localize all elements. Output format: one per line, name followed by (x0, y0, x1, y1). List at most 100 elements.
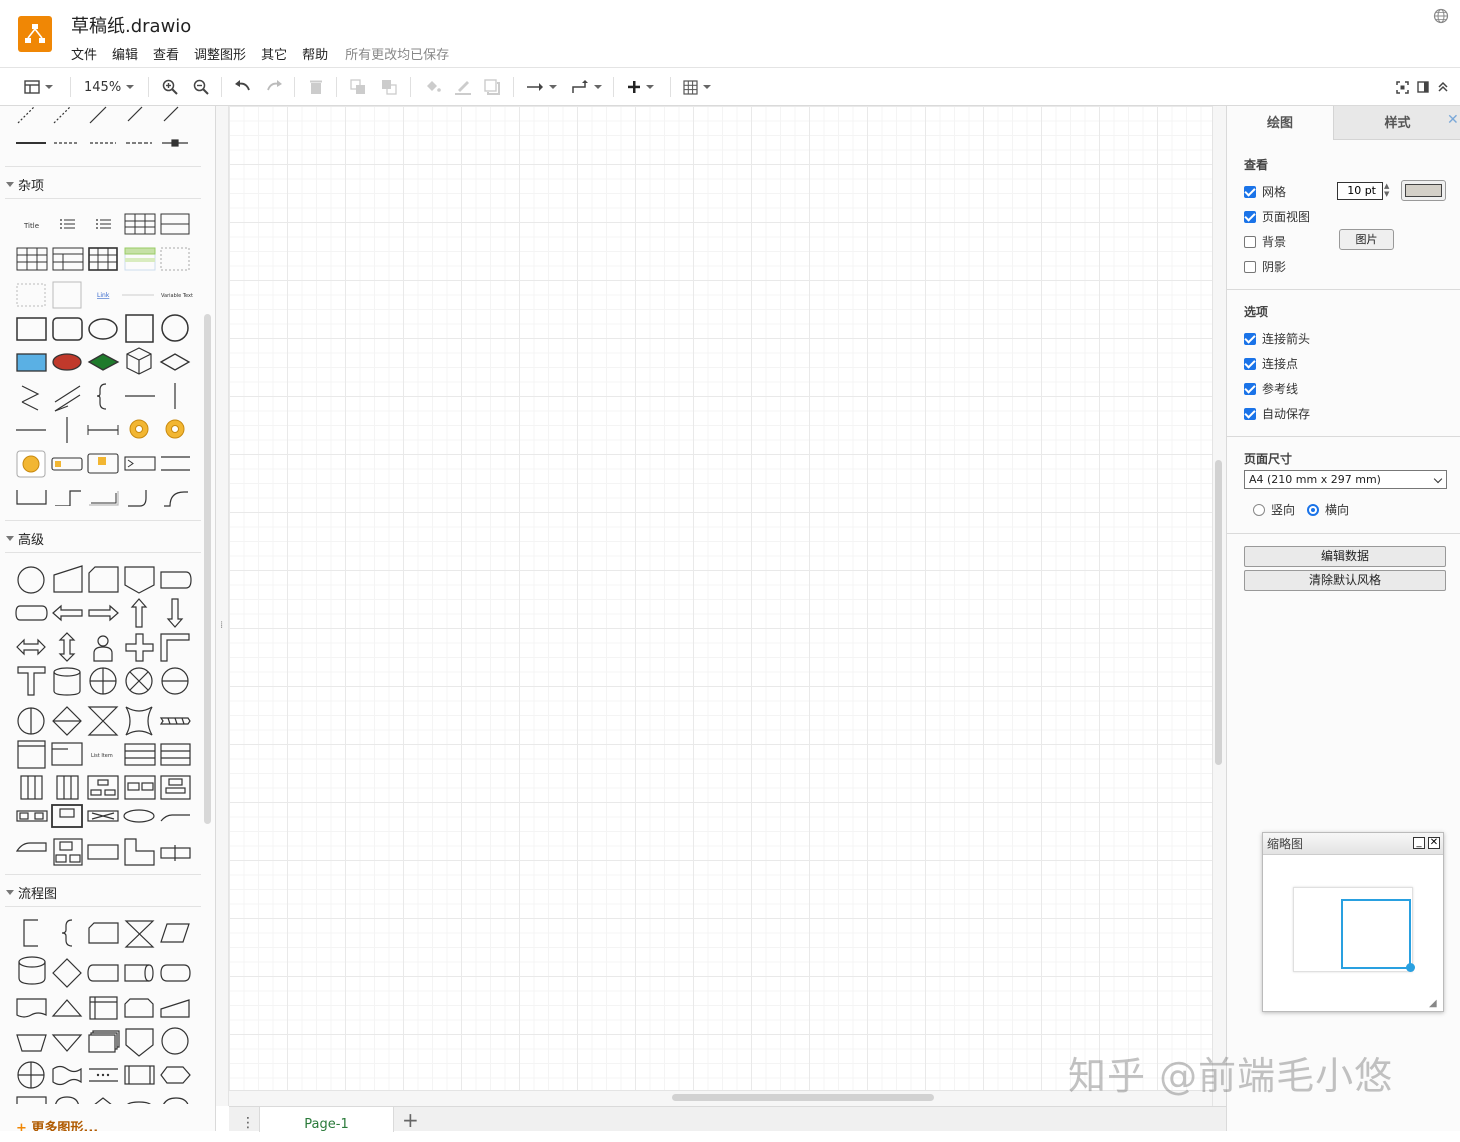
title-bar: 草稿纸.drawio 文件 编辑 查看 调整图形 其它 帮助 所有更改均已保存 (0, 0, 1460, 68)
document-title[interactable]: 草稿纸.drawio (71, 12, 191, 38)
fill-color-button[interactable] (424, 77, 441, 97)
toolbar: 145% (0, 68, 1460, 106)
misc-variable-text-shape: Variable Text (161, 293, 193, 299)
shadow-checkbox[interactable] (1244, 260, 1256, 273)
outline-resize-handle[interactable] (1406, 963, 1415, 972)
layout-panels-icon (24, 80, 40, 94)
to-back-button[interactable] (381, 77, 397, 97)
misc-link-shape: Link (97, 292, 110, 299)
panel-toggle-button[interactable] (24, 77, 53, 97)
menu-edit[interactable]: 编辑 (112, 44, 138, 63)
misc-shapes-grid[interactable]: Title Link Variable Text (0, 206, 200, 506)
page-tab[interactable]: Page-1 (259, 1107, 394, 1132)
connection-arrows-checkbox[interactable] (1244, 332, 1256, 345)
close-icon[interactable]: ✕ (1447, 112, 1459, 128)
grid-size-stepper[interactable]: ▲ ▼ (1384, 182, 1394, 200)
zoom-in-icon (162, 79, 178, 95)
autosave-checkbox[interactable] (1244, 407, 1256, 420)
menu-extras[interactable]: 其它 (261, 44, 287, 63)
zoom-in-button[interactable] (162, 77, 178, 97)
waypoints-dropdown[interactable] (571, 77, 602, 97)
grid-checkbox[interactable] (1244, 185, 1256, 198)
fullscreen-button[interactable] (1396, 77, 1409, 97)
menu-file[interactable]: 文件 (71, 44, 97, 63)
background-option[interactable]: 背景 (1244, 233, 1286, 250)
tab-diagram[interactable]: 绘图 (1227, 106, 1333, 140)
grid-color-button[interactable] (1401, 180, 1446, 201)
language-globe-icon[interactable] (1433, 8, 1449, 24)
shadow-icon (484, 79, 500, 95)
misc-shapes-grid-end (128, 490, 188, 507)
add-page-icon[interactable]: + (402, 1110, 419, 1130)
landscape-option[interactable]: 横向 (1307, 501, 1349, 518)
flowchart-shapes-grid[interactable] (0, 914, 200, 1104)
grid-size-input[interactable]: 10 pt (1337, 182, 1383, 200)
outline-viewport[interactable] (1341, 899, 1411, 969)
canvas-vertical-scrollbar[interactable] (1215, 460, 1222, 765)
minimize-icon[interactable]: _ (1413, 837, 1425, 849)
grid-option[interactable]: 网格 (1244, 183, 1286, 200)
edit-data-button[interactable]: 编辑数据 (1244, 546, 1446, 567)
connection-points-checkbox[interactable] (1244, 357, 1256, 370)
format-panel-toggle[interactable] (1417, 77, 1429, 97)
section-advanced-header[interactable]: 高级 (6, 529, 44, 548)
pages-menu-icon[interactable]: ⋮ (241, 1115, 255, 1131)
sidebar-resize-handle[interactable]: ⁞ (220, 620, 223, 631)
advanced-shapes-grid[interactable]: List Item (0, 561, 200, 866)
connection-style-dropdown[interactable] (526, 77, 557, 97)
zoom-dropdown[interactable]: 145% (84, 77, 135, 97)
line-color-button[interactable] (454, 77, 472, 97)
connection-points-option[interactable]: 连接点 (1244, 355, 1298, 372)
page-view-checkbox[interactable] (1244, 210, 1256, 223)
insert-dropdown[interactable] (627, 77, 654, 97)
delete-button[interactable] (309, 77, 323, 97)
paint-bucket-icon (427, 81, 441, 92)
table-dropdown[interactable] (683, 77, 711, 97)
redo-button[interactable] (265, 77, 283, 97)
shadow-button[interactable] (484, 77, 500, 97)
portrait-option[interactable]: 竖向 (1253, 501, 1295, 518)
undo-icon (235, 80, 250, 91)
background-checkbox[interactable] (1244, 235, 1256, 248)
drawio-logo-icon (18, 16, 52, 52)
undo-button[interactable] (234, 77, 252, 97)
outline-window[interactable]: 缩略图 _ ✕ ◢ (1262, 832, 1444, 1012)
diagram-canvas[interactable] (216, 106, 1226, 1106)
background-image-button[interactable]: 图片 (1339, 229, 1394, 250)
options-heading: 选项 (1244, 305, 1269, 319)
menu-view[interactable]: 查看 (153, 44, 179, 63)
waypoint-orthogonal-icon (572, 80, 588, 93)
guides-option[interactable]: 参考线 (1244, 380, 1298, 397)
menu-bar: 文件 编辑 查看 调整图形 其它 帮助 所有更改均已保存 (71, 44, 464, 63)
to-front-button[interactable] (350, 77, 366, 97)
portrait-radio[interactable] (1253, 503, 1265, 516)
menu-arrange[interactable]: 调整图形 (194, 44, 246, 63)
page-size-heading: 页面尺寸 (1244, 452, 1293, 466)
table-grid-icon (683, 79, 698, 95)
connection-arrows-option[interactable]: 连接箭头 (1244, 330, 1310, 347)
plus-icon (628, 81, 640, 93)
pencil-icon (455, 81, 471, 95)
shape-sidebar: 杂项 Title Link Variable Text 高级 List Item… (0, 106, 216, 1131)
more-shapes-button[interactable]: + 更多图形... (16, 1117, 98, 1131)
section-flowchart-header[interactable]: 流程图 (6, 883, 57, 902)
grid-color-swatch (1405, 184, 1442, 197)
sidebar-scrollbar[interactable] (204, 314, 211, 824)
menu-help[interactable]: 帮助 (302, 44, 328, 63)
zoom-out-button[interactable] (193, 77, 209, 97)
collapse-toolbar-button[interactable] (1437, 77, 1449, 97)
clear-default-style-button[interactable]: 清除默认风格 (1244, 570, 1446, 591)
page-size-select[interactable]: A4 (210 mm x 297 mm) (1244, 470, 1447, 489)
watermark: 知乎 @前端毛小悠 (1068, 1054, 1394, 1098)
section-misc-header[interactable]: 杂项 (6, 175, 44, 194)
tab-style[interactable]: 样式 (1333, 106, 1460, 140)
window-resize-grip-icon[interactable]: ◢ (1429, 998, 1437, 1009)
autosave-option[interactable]: 自动保存 (1244, 405, 1310, 422)
canvas-horizontal-scrollbar[interactable] (672, 1094, 934, 1101)
close-outline-icon[interactable]: ✕ (1428, 837, 1440, 849)
landscape-radio[interactable] (1307, 503, 1319, 516)
shadow-option[interactable]: 阴影 (1244, 258, 1286, 275)
page-view-option[interactable]: 页面视图 (1244, 208, 1310, 225)
guides-checkbox[interactable] (1244, 382, 1256, 395)
trash-icon (310, 80, 322, 94)
